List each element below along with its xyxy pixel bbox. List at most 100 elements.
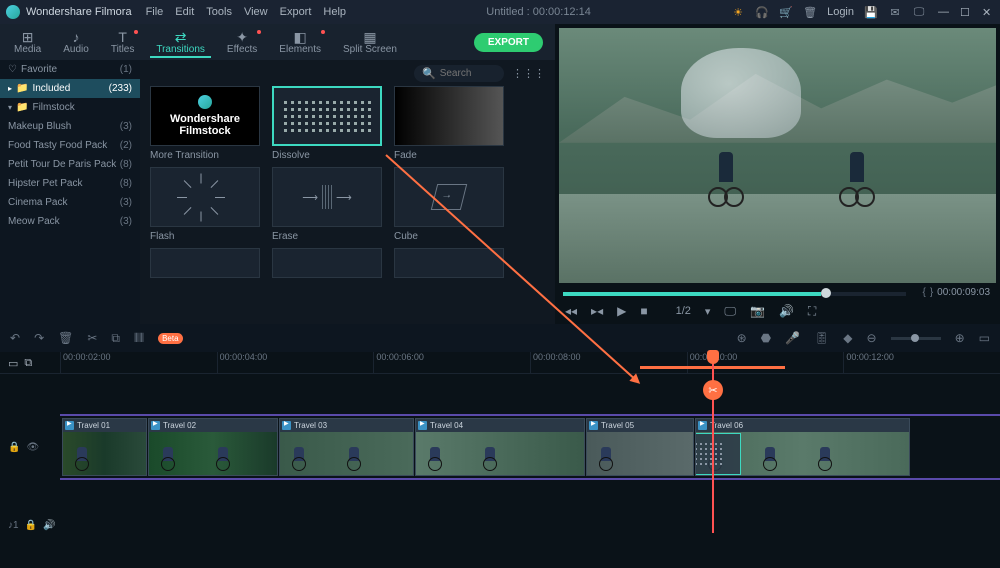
audio-wave-icon[interactable]: ⫴⫴	[134, 331, 144, 346]
track-visibility-icon[interactable]: 👁	[26, 442, 39, 453]
tab-transitions[interactable]: ⇄Transitions	[146, 28, 215, 57]
clip-travel-01[interactable]: Travel 01	[62, 418, 147, 476]
snapshot-icon[interactable]: 📷	[750, 304, 765, 318]
transition-more-0[interactable]	[150, 248, 260, 278]
clip-travel-03[interactable]: Travel 03	[279, 418, 414, 476]
menu-bar: File Edit Tools View Export Help	[146, 6, 346, 18]
zoom-out-icon[interactable]: ⊖	[867, 331, 877, 345]
sidebar-item-cinema-pack[interactable]: Cinema Pack(3)	[0, 193, 140, 212]
search-input[interactable]	[440, 68, 500, 79]
mixer-icon[interactable]: 🎚	[814, 331, 829, 345]
clip-travel-04[interactable]: Travel 04	[415, 418, 585, 476]
ruler-tick: 00:00:06:00	[373, 352, 530, 373]
tab-elements[interactable]: ◧Elements	[269, 28, 331, 57]
marker-icon[interactable]: ⬣	[761, 331, 771, 345]
sidebar-item-favorite[interactable]: ♡Favorite(1)	[0, 60, 140, 79]
sidebar-item-meow-pack[interactable]: Meow Pack(3)	[0, 212, 140, 231]
transition-more-1[interactable]	[272, 248, 382, 278]
login-link[interactable]: Login	[827, 6, 854, 18]
mail-icon[interactable]: ✉	[888, 5, 902, 19]
zoom-in-icon[interactable]: ⊕	[955, 331, 965, 345]
render-icon[interactable]: ⊛	[737, 331, 747, 345]
transition-dissolve[interactable]: Dissolve	[272, 86, 382, 161]
voiceover-icon[interactable]: 🎤	[785, 331, 800, 345]
bracket-left-icon[interactable]: {	[922, 287, 925, 298]
clip-travel-05[interactable]: Travel 05	[586, 418, 694, 476]
menu-view[interactable]: View	[244, 6, 268, 18]
copy-icon[interactable]: ⧉	[111, 331, 120, 346]
tab-effects[interactable]: ✦Effects	[217, 28, 267, 57]
audio-track: ♪1 🔒 🔊	[0, 510, 1000, 540]
link-icon[interactable]: ▭	[8, 357, 18, 370]
tab-audio[interactable]: ♪Audio	[53, 28, 99, 57]
category-sidebar: ♡Favorite(1)▸📁Included(233)▾📁FilmstockMa…	[0, 60, 140, 324]
headphones-icon[interactable]: 🎧	[755, 5, 769, 19]
transition-flash[interactable]: Flash	[150, 167, 260, 242]
preview-time: 00:00:09:03	[937, 287, 990, 298]
menu-edit[interactable]: Edit	[175, 6, 194, 18]
trash-icon[interactable]: 🗑	[803, 5, 817, 19]
menu-help[interactable]: Help	[323, 6, 346, 18]
export-button[interactable]: EXPORT	[474, 33, 543, 52]
minimize-button[interactable]: —	[938, 6, 950, 19]
undo-icon[interactable]: ↶	[10, 331, 20, 345]
menu-file[interactable]: File	[146, 6, 164, 18]
zoom-slider[interactable]	[891, 337, 941, 340]
play-button[interactable]: ▶	[617, 304, 626, 318]
preview-progress[interactable]	[563, 292, 906, 296]
transition-more-2[interactable]	[394, 248, 504, 278]
video-track-body[interactable]: Travel 01Travel 02Travel 03Travel 04Trav…	[60, 414, 1000, 480]
tab-splitscreen[interactable]: ▦Split Screen	[333, 28, 407, 57]
transition-fade[interactable]: Fade	[394, 86, 504, 161]
track-lock-icon[interactable]: 🔒	[8, 442, 20, 453]
chevron-down-icon[interactable]: ▾	[705, 305, 711, 318]
search-box[interactable]: 🔍	[414, 65, 504, 82]
sidebar-item-petit-tour-de-paris-pack[interactable]: Petit Tour De Paris Pack(8)	[0, 155, 140, 174]
tab-media[interactable]: ⊞Media	[4, 28, 51, 57]
preview-panel: { } 00:00:09:03 ◂◂ ▸◂ ▶ ■ 1/2 ▾ 🖵 📷 🔊 ⛶	[555, 24, 1000, 324]
fullscreen-icon[interactable]: ⛶	[808, 304, 816, 319]
transition-more-transition[interactable]: WondershareFilmstockMore Transition	[150, 86, 260, 161]
audio-track-body[interactable]	[60, 510, 1000, 540]
beta-badge: Beta	[158, 333, 182, 344]
bracket-right-icon[interactable]: }	[930, 287, 933, 298]
cart-icon[interactable]: 🛒	[779, 5, 793, 19]
display-icon[interactable]: 🖵	[912, 5, 926, 19]
save-icon[interactable]: 💾	[864, 5, 878, 19]
track-lock-icon[interactable]: 🔒	[25, 520, 37, 531]
sidebar-item-filmstock[interactable]: ▾📁Filmstock	[0, 98, 140, 117]
sidebar-item-hipster-pet-pack[interactable]: Hipster Pet Pack(8)	[0, 174, 140, 193]
split-scissors-icon[interactable]: ✂	[703, 380, 723, 400]
transition-erase[interactable]: ⟶⟶Erase	[272, 167, 382, 242]
clip-travel-02[interactable]: Travel 02	[148, 418, 278, 476]
timeline-ruler[interactable]: ▭ ⧉ 00:00:02:0000:00:04:0000:00:06:0000:…	[0, 352, 1000, 374]
grid-view-icon[interactable]: ⋮⋮⋮	[512, 67, 545, 80]
preview-quality-icon[interactable]: 🖵	[724, 304, 736, 319]
stop-button[interactable]: ■	[640, 304, 647, 318]
sidebar-item-makeup-blush[interactable]: Makeup Blush(3)	[0, 117, 140, 136]
redo-icon[interactable]: ↷	[34, 331, 44, 345]
clip-travel-06[interactable]: Travel 06	[695, 418, 910, 476]
sidebar-item-food-tasty-food-pack[interactable]: Food Tasty Food Pack(2)	[0, 136, 140, 155]
applied-transition[interactable]	[695, 433, 741, 475]
sun-icon[interactable]: ☀	[731, 5, 745, 19]
tab-titles[interactable]: TTitles	[101, 28, 145, 57]
library-tabs: ⊞Media ♪Audio TTitles ⇄Transitions ✦Effe…	[0, 24, 555, 60]
cut-icon[interactable]: ✂	[87, 331, 97, 345]
zoom-ratio[interactable]: 1/2	[676, 305, 691, 317]
ruler-tick: 00:00:12:00	[843, 352, 1000, 373]
menu-tools[interactable]: Tools	[206, 6, 232, 18]
delete-icon[interactable]: 🗑	[58, 331, 73, 345]
playhead[interactable]: ✂	[712, 352, 714, 533]
track-mute-icon[interactable]: 🔊	[43, 520, 55, 531]
step-back-button[interactable]: ▸◂	[591, 304, 603, 318]
magnet-icon[interactable]: ⧉	[24, 357, 32, 370]
volume-icon[interactable]: 🔊	[779, 304, 794, 318]
menu-export[interactable]: Export	[280, 6, 312, 18]
preview-video[interactable]	[559, 28, 996, 283]
maximize-button[interactable]: ☐	[960, 6, 972, 19]
zoom-fit-icon[interactable]: ▭	[979, 331, 990, 345]
sidebar-item-included[interactable]: ▸📁Included(233)	[0, 79, 140, 98]
keyframe-icon[interactable]: ◆	[843, 331, 852, 345]
close-button[interactable]: ✕	[982, 6, 994, 19]
